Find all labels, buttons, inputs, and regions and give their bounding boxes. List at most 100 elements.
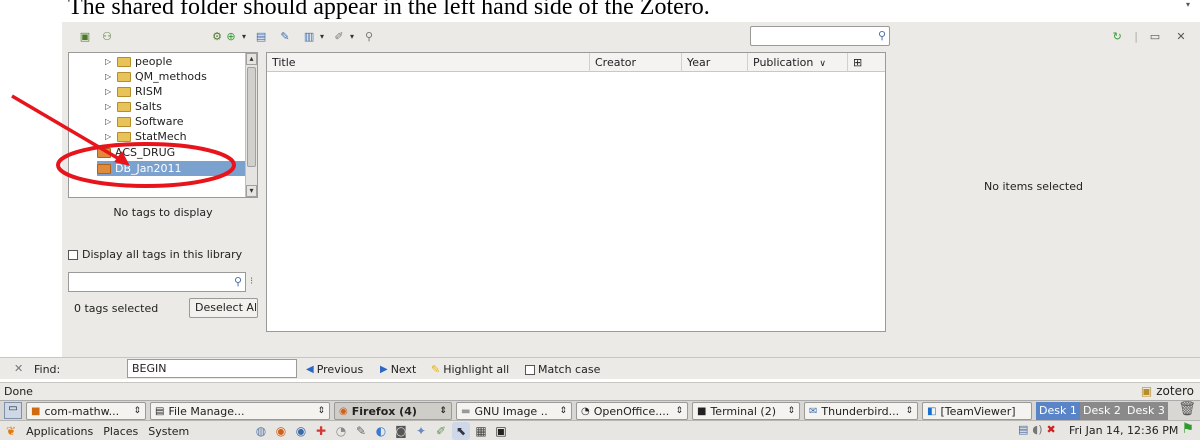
column-year[interactable]: Year [682,53,748,72]
display-all-tags-checkbox[interactable]: Display all tags in this library [68,248,242,261]
library-item-selected[interactable]: DB_Jan2011 [97,161,251,176]
chevron-down-icon[interactable]: ▾ [242,32,246,41]
error-icon[interactable]: ✖ [1047,423,1056,436]
task-file-manager[interactable]: ▤ File Manage... ⇕ [150,402,330,420]
collection-item[interactable]: ▷ Salts [105,99,162,114]
thunderbird-icon[interactable]: ◉ [292,422,310,440]
import-icon[interactable]: ▥ [300,27,318,45]
tag-options-icon[interactable]: ⁝ [250,276,253,287]
chevron-down-icon: ⇕ [787,406,795,416]
collections-pane[interactable]: ▷ people ▷ QM_methods ▷ RISM ▷ Salts ▷ Softwa… [68,52,258,198]
scroll-down-icon[interactable]: ▾ [246,185,257,197]
menu-applications[interactable]: Applications [26,425,93,438]
column-picker-icon[interactable]: ⊞ [853,56,862,69]
magnifier-icon: ⚲ [877,29,886,42]
tag-filter-input[interactable]: ⚲ [68,272,246,292]
scroll-up-icon[interactable]: ▴ [246,53,257,65]
kde-icon[interactable]: ◐ [372,422,390,440]
add-attachment-icon[interactable]: ✎ [276,27,294,45]
task-com-mathw[interactable]: ■ com-mathw... ⇕ [26,402,146,420]
task-teamviewer[interactable]: ◧ [TeamViewer] [922,402,1032,420]
expand-icon[interactable]: ▷ [105,102,113,111]
terminal-icon[interactable]: ▣ [492,422,510,440]
expand-icon[interactable]: ▷ [105,57,113,66]
chevron-down-icon: ⇕ [133,406,141,416]
scroll-thumb[interactable] [247,67,256,167]
zotero-status-button[interactable]: ▣ zotero [1141,384,1194,398]
task-gimp[interactable]: ▬ GNU Image .. ⇕ [456,402,572,420]
expand-icon[interactable]: ▷ [105,117,113,126]
highlight-all-button[interactable]: ✎ Highlight all [431,363,509,376]
column-picker[interactable]: ⊞ [848,53,872,72]
chevron-down-icon[interactable]: ▾ [350,32,354,41]
column-creator[interactable]: Creator [590,53,682,72]
collection-item[interactable]: ▷ QM_methods [105,69,207,84]
network-status-icon[interactable]: ▤ [1018,423,1028,436]
show-desktop-icon[interactable]: ▭ [4,402,22,419]
editor-icon[interactable]: ✐ [432,422,450,440]
find-bar: ✕ Find: BEGIN ◀ Previous ▶ Next ✎ Highlight… [0,357,1200,379]
column-publication[interactable]: Publication ∨ [748,53,848,72]
expand-icon[interactable]: ▷ [105,72,113,81]
sync-icon[interactable]: ↻ [1108,27,1126,45]
calculator-icon[interactable]: ▦ [472,422,490,440]
firefox-icon: ◉ [339,405,348,417]
task-firefox[interactable]: ◉ Firefox (4) ⇕ [334,402,452,420]
terminal-icon: ■ [697,405,707,417]
collection-item[interactable]: ▷ Software [105,114,184,129]
checkbox-box[interactable] [68,249,78,260]
network-icon[interactable]: ◍ [252,422,270,440]
new-item-icon[interactable]: ⊕ [222,27,240,45]
find-input[interactable]: BEGIN [127,359,297,378]
desk-3[interactable]: Desk 3 [1124,402,1168,420]
menu-places[interactable]: Places [103,425,138,438]
new-group-icon[interactable]: ⚇ [98,27,116,45]
search-icon[interactable]: ⚲ [360,27,378,45]
task-label: Terminal (2) [710,404,777,418]
task-terminal[interactable]: ■ Terminal (2) ⇕ [692,402,800,420]
collection-item[interactable]: ▷ StatMech [105,129,187,144]
highlight-icon: ✎ [431,363,441,376]
collection-item[interactable]: ▷ RISM [105,84,162,99]
logout-runner-icon[interactable]: ⚑ [1181,421,1194,437]
trash-icon[interactable]: 🗑 [1178,401,1196,417]
search-input[interactable]: ⚲ [750,26,890,46]
column-title[interactable]: Title [267,53,590,72]
match-case-label: Match case [538,363,601,376]
new-collection-icon[interactable]: ▣ [76,27,94,45]
collection-item[interactable]: ▷ people [105,54,172,69]
find-next-button[interactable]: ▶ Next [380,363,416,376]
gimp-icon[interactable]: ✎ [352,422,370,440]
close-icon[interactable]: ✕ [1172,27,1190,45]
expand-icon[interactable]: ▷ [105,87,113,96]
checkbox-box[interactable] [525,364,535,375]
chevron-down-icon[interactable]: ∨ [819,59,826,69]
screenshot-icon[interactable]: ⬉ [452,422,470,440]
deselect-all-button[interactable]: Deselect All [189,298,258,318]
chevron-down-icon[interactable]: ▾ [320,32,324,41]
link-icon[interactable]: ✐ [330,27,348,45]
task-thunderbird[interactable]: ✉ Thunderbird... ⇕ [804,402,918,420]
library-item[interactable]: ACS_DRUG [97,145,175,160]
new-note-icon[interactable]: ▤ [252,27,270,45]
items-pane[interactable]: Title Creator Year Publication ∨ ⊞ [266,52,886,332]
close-icon[interactable]: ✕ [14,362,23,375]
help-icon[interactable]: ✚ [312,422,330,440]
camera-icon[interactable]: ◙ [392,422,410,440]
openoffice-icon[interactable]: ◔ [332,422,350,440]
expand-icon[interactable]: ▷ [105,132,113,141]
desk-2[interactable]: Desk 2 [1080,402,1124,420]
fullscreen-icon[interactable]: ▭ [1146,27,1164,45]
volume-icon[interactable]: ◖) [1032,423,1042,436]
collections-scrollbar[interactable]: ▴ ▾ [245,53,257,197]
taskbar: ▭ ■ com-mathw... ⇕ ▤ File Manage... ⇕ ◉ Firef… [0,400,1200,420]
tools-icon[interactable]: ✦ [412,422,430,440]
clock[interactable]: Fri Jan 14, 12:36 PM [1069,424,1178,437]
match-case-checkbox[interactable]: Match case [525,363,600,376]
find-previous-button[interactable]: ◀ Previous [306,363,363,376]
task-openoffice[interactable]: ◔ OpenOffice.... ⇕ [576,402,688,420]
scroll-arrow-icon[interactable]: ▾ [1186,0,1198,9]
firefox-icon[interactable]: ◉ [272,422,290,440]
desk-1[interactable]: Desk 1 [1036,402,1080,420]
menu-system[interactable]: System [148,425,189,438]
